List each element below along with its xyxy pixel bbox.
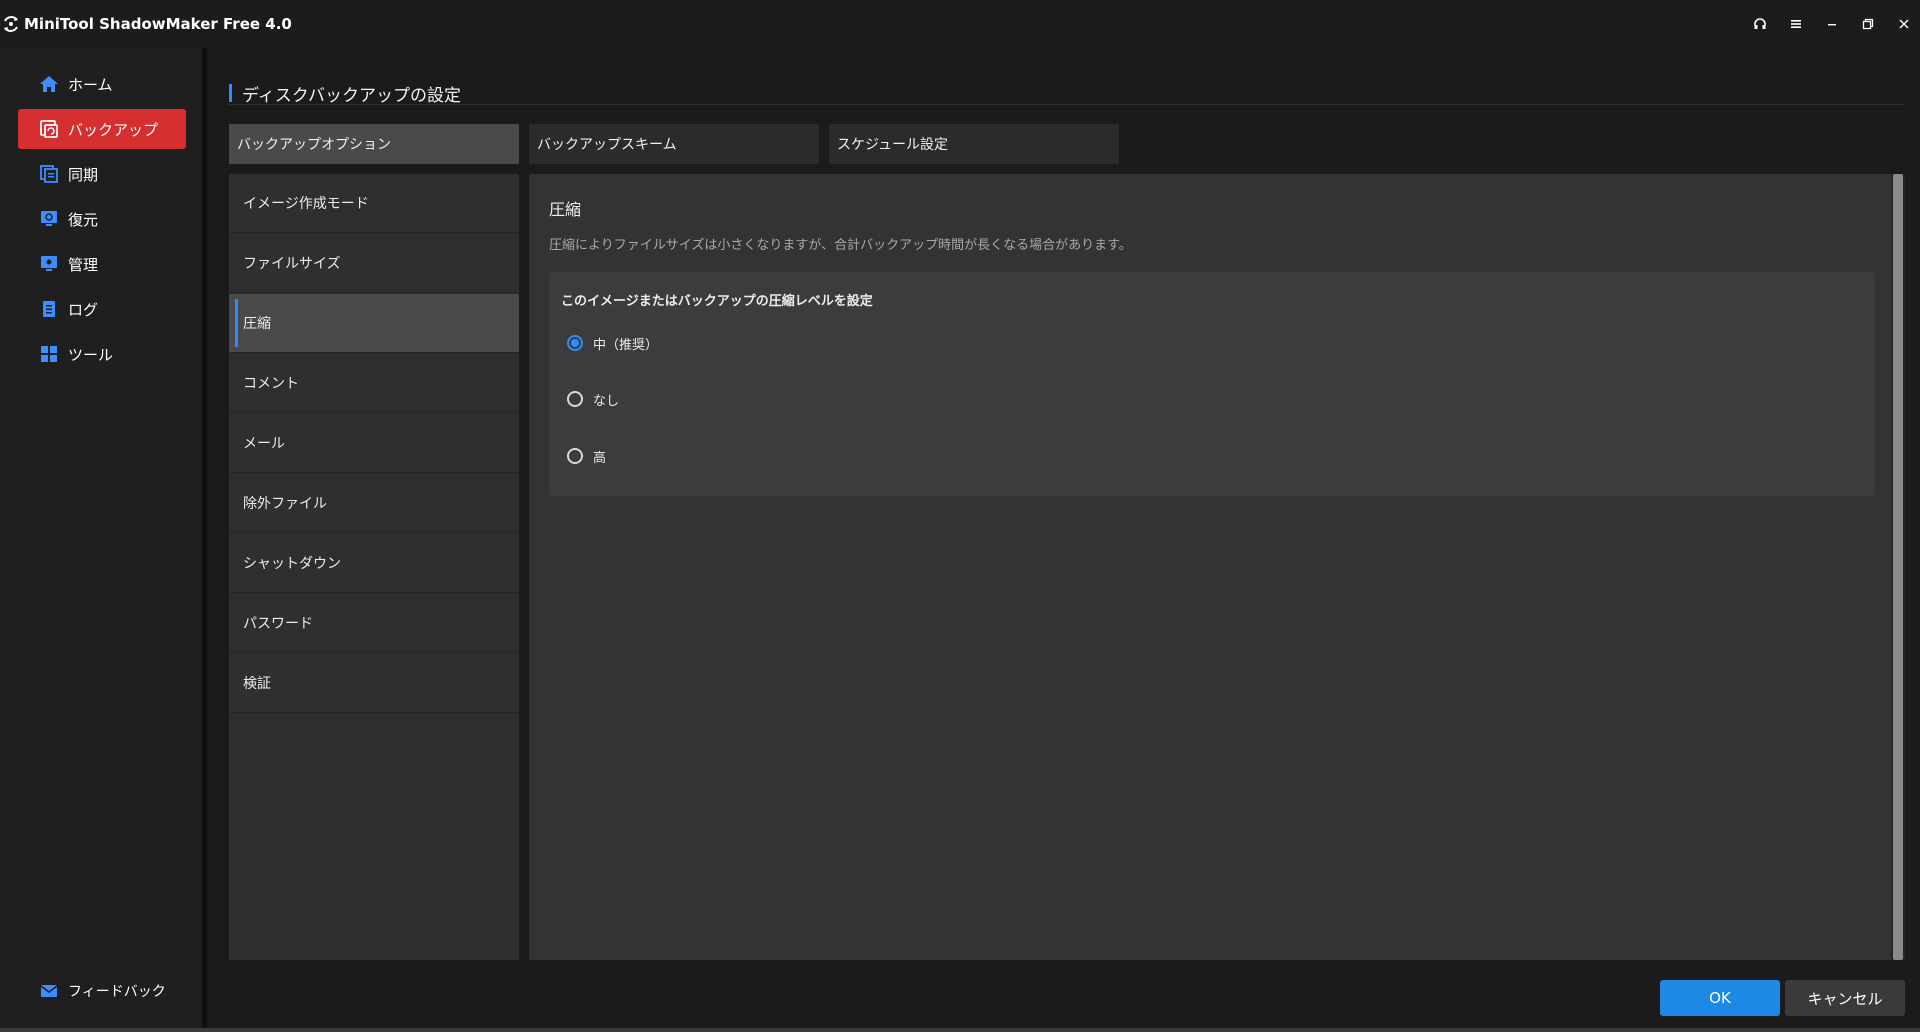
option-exclude-files[interactable]: 除外ファイル [229,474,519,533]
page-title-wrap: ディスクバックアップの設定 [229,82,461,106]
option-image-creation-mode[interactable]: イメージ作成モード [229,174,519,233]
home-icon [38,73,60,95]
option-active-indicator [235,299,238,347]
option-label: メール [243,436,285,452]
option-label: 検証 [243,676,271,692]
sidebar-item-label: 復元 [68,210,99,229]
option-password[interactable]: パスワード [229,594,519,653]
compression-level-title: このイメージまたはバックアップの圧縮レベルを設定 [561,294,873,309]
option-file-size[interactable]: ファイルサイズ [229,234,519,293]
radio-label: 高 [593,450,607,466]
sidebar-item-restore[interactable]: 復元 [18,199,186,239]
option-compression[interactable]: 圧縮 [229,294,519,353]
headset-icon[interactable] [1748,12,1772,36]
radio-button[interactable] [567,448,583,464]
radio-button-checked[interactable] [567,335,583,351]
option-label: 圧縮 [243,316,271,332]
title-accent-bar [229,84,232,102]
log-icon [38,298,60,320]
sync-icon [38,163,60,185]
section-title: 圧縮 [549,200,582,219]
sidebar-item-label: ホーム [68,75,113,94]
tab-backup-scheme[interactable]: バックアップスキーム [529,124,819,164]
option-label: ファイルサイズ [243,256,341,272]
restore-icon[interactable] [1856,12,1880,36]
minimize-icon[interactable] [1820,12,1844,36]
title-bar: MiniTool ShadowMaker Free 4.0 [0,0,1920,48]
sidebar-item-label: 同期 [68,165,99,184]
page-title: ディスクバックアップの設定 [242,85,461,106]
feedback-button[interactable]: フィードバック [18,971,186,1011]
option-shutdown[interactable]: シャットダウン [229,534,519,593]
radio-high[interactable]: 高 [567,445,606,467]
feedback-label: フィードバック [68,984,166,1000]
options-list: イメージ作成モード ファイルサイズ 圧縮 コメント メール 除外ファイル シャッ… [229,174,519,960]
sidebar-item-label: ログ [68,300,99,319]
sidebar-item-log[interactable]: ログ [18,289,186,329]
compression-panel: 圧縮 圧縮によりファイルサイズは小さくなりますが、合計バックアップ時間が長くなる… [529,174,1905,960]
option-comment[interactable]: コメント [229,354,519,413]
app-logo-icon [4,16,18,32]
sidebar: ホーム バックアップ 同期 復元 管理 ログ ツール フィードバック [0,48,202,1028]
scrollbar-thumb[interactable] [1893,174,1903,960]
option-label: シャットダウン [243,556,341,572]
sidebar-item-tools[interactable]: ツール [18,334,186,374]
window-bottom-edge [0,1028,1920,1032]
sidebar-item-label: ツール [68,345,114,364]
sidebar-item-label: 管理 [68,255,99,274]
main-area: ディスクバックアップの設定 バックアップオプション バックアップスキーム スケジ… [207,48,1920,1032]
option-verify[interactable]: 検証 [229,654,519,713]
sidebar-item-backup[interactable]: バックアップ [18,109,186,149]
title-divider [229,104,1905,105]
restore-icon [38,208,60,230]
menu-icon[interactable] [1784,12,1808,36]
section-description: 圧縮によりファイルサイズは小さくなりますが、合計バックアップ時間が長くなる場合が… [549,238,1132,253]
mail-icon [38,980,60,1002]
option-label: パスワード [243,616,313,632]
sidebar-item-manage[interactable]: 管理 [18,244,186,284]
compression-level-box: このイメージまたはバックアップの圧縮レベルを設定 中（推奨） なし 高 [549,272,1875,496]
sidebar-item-sync[interactable]: 同期 [18,154,186,194]
option-label: 除外ファイル [243,496,327,512]
sidebar-item-label: バックアップ [68,120,159,139]
tools-icon [38,343,60,365]
radio-label: 中（推奨） [593,337,659,353]
radio-dot [571,339,579,347]
radio-none[interactable]: なし [567,388,619,410]
tab-schedule-settings[interactable]: スケジュール設定 [829,124,1119,164]
option-label: コメント [243,376,299,392]
sidebar-item-home[interactable]: ホーム [18,64,186,104]
scrollbar[interactable] [1891,174,1905,960]
option-label: イメージ作成モード [243,196,369,212]
option-email[interactable]: メール [229,414,519,473]
ok-button[interactable]: OK [1660,980,1780,1016]
backup-icon [38,118,60,140]
radio-medium-recommended[interactable]: 中（推奨） [567,332,658,354]
tab-backup-options[interactable]: バックアップオプション [229,124,519,164]
close-icon[interactable] [1892,12,1916,36]
manage-icon [38,253,60,275]
cancel-button[interactable]: キャンセル [1785,980,1905,1016]
radio-button[interactable] [567,391,583,407]
app-title: MiniTool ShadowMaker Free 4.0 [24,15,292,33]
radio-label: なし [593,393,620,409]
